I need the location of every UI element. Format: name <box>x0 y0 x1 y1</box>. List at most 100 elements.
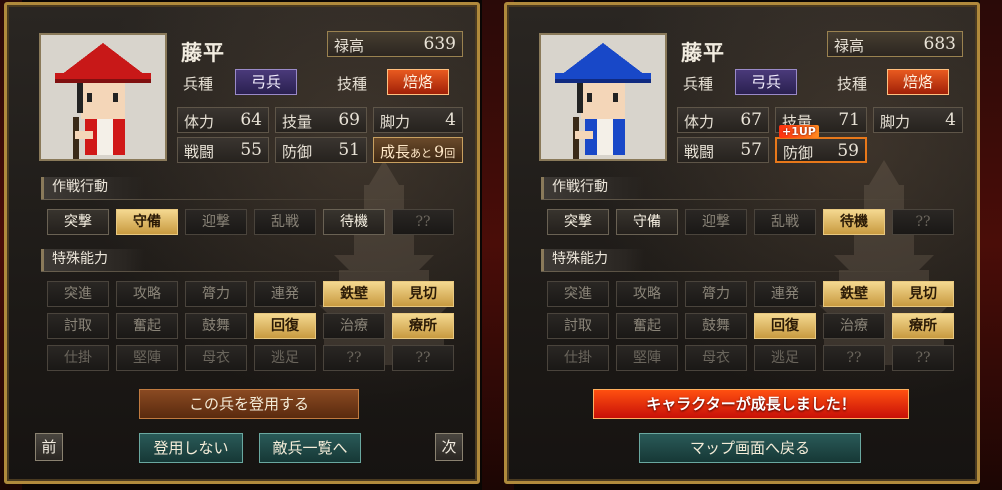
ability-17[interactable]: ?? <box>323 345 385 371</box>
ability-14[interactable]: 堅陣 <box>616 345 678 371</box>
stat-label: 脚力 <box>380 113 411 131</box>
tactic-defend[interactable]: 守備 <box>116 209 178 235</box>
skill-label: 技種 <box>837 75 868 93</box>
abilities-section-title: 特殊能力 <box>41 249 145 271</box>
ability-5[interactable]: 鉄壁 <box>823 281 885 307</box>
ability-15[interactable]: 母衣 <box>685 345 747 371</box>
ability-13[interactable]: 仕掛 <box>547 345 609 371</box>
tactic-intercept[interactable]: 迎撃 <box>685 209 747 235</box>
ability-8[interactable]: 奮起 <box>116 313 178 339</box>
stat-label: 技量 <box>282 113 313 131</box>
divider <box>41 271 421 272</box>
stat-value: 64 <box>240 110 262 130</box>
stat-hp: 体力 64 <box>177 107 269 133</box>
stat-label: 脚力 <box>880 113 911 131</box>
tactic-charge[interactable]: 突撃 <box>547 209 609 235</box>
troop-type-badge: 弓兵 <box>235 69 297 95</box>
tactics-section-title: 作戦行動 <box>41 177 145 199</box>
ability-10[interactable]: 回復 <box>754 313 816 339</box>
stat-label: 体力 <box>184 113 215 131</box>
stat-atk: 戦闘 55 <box>177 137 269 163</box>
tactic-standby[interactable]: 待機 <box>823 209 885 235</box>
ability-4[interactable]: 連発 <box>254 281 316 307</box>
ability-1[interactable]: 突進 <box>47 281 109 307</box>
stat-value: 4 <box>445 110 456 130</box>
stat-def: 防御 51 <box>275 137 367 163</box>
ability-18[interactable]: ?? <box>892 345 954 371</box>
soldier-portrait <box>539 33 667 161</box>
stat-atk: 戦闘 57 <box>677 137 769 163</box>
tactic-intercept[interactable]: 迎撃 <box>185 209 247 235</box>
tactic-unknown[interactable]: ?? <box>392 209 454 235</box>
tactic-unknown[interactable]: ?? <box>892 209 954 235</box>
ability-12[interactable]: 療所 <box>892 313 954 339</box>
stat-label: 戦闘 <box>684 143 715 161</box>
recruit-button[interactable]: この兵を登用する <box>139 389 359 419</box>
character-name: 藤平 <box>181 40 225 65</box>
ability-11[interactable]: 治療 <box>823 313 885 339</box>
growth-remaining: 成長あと 9回 <box>373 137 463 163</box>
tactic-defend[interactable]: 守備 <box>616 209 678 235</box>
salary-value: 639 <box>423 34 456 54</box>
ability-4[interactable]: 連発 <box>754 281 816 307</box>
tactic-standby[interactable]: 待機 <box>323 209 385 235</box>
stat-leg: 脚力 4 <box>873 107 963 133</box>
ability-2[interactable]: 攻略 <box>616 281 678 307</box>
enemy-list-button[interactable]: 敵兵一覧へ <box>259 433 361 463</box>
ability-16[interactable]: 逃足 <box>254 345 316 371</box>
next-button[interactable]: 次 <box>435 433 463 461</box>
stat-value: 51 <box>338 140 360 160</box>
decline-recruit-button[interactable]: 登用しない <box>139 433 243 463</box>
ability-7[interactable]: 討取 <box>547 313 609 339</box>
ability-5[interactable]: 鉄壁 <box>323 281 385 307</box>
left-panel: 藤平 禄高 639 兵種 弓兵 技種 焙烙 体力 64 技量 69 脚力 4 戦… <box>4 2 480 484</box>
divider <box>41 199 421 200</box>
ability-6[interactable]: 見切 <box>892 281 954 307</box>
stat-label: 体力 <box>684 113 715 131</box>
abilities-section-title: 特殊能力 <box>541 249 645 271</box>
growth-label: 成長 <box>380 143 411 161</box>
ability-13[interactable]: 仕掛 <box>47 345 109 371</box>
ability-11[interactable]: 治療 <box>323 313 385 339</box>
ability-15[interactable]: 母衣 <box>185 345 247 371</box>
growth-message-banner: キャラクターが成長しました！ <box>593 389 909 419</box>
ability-9[interactable]: 鼓舞 <box>185 313 247 339</box>
prev-button[interactable]: 前 <box>35 433 63 461</box>
ability-3[interactable]: 膂力 <box>685 281 747 307</box>
ability-6[interactable]: 見切 <box>392 281 454 307</box>
troop-type-badge: 弓兵 <box>735 69 797 95</box>
salary-label: 禄高 <box>834 37 865 55</box>
stat-hp: 体力 67 <box>677 107 769 133</box>
ability-17[interactable]: ?? <box>823 345 885 371</box>
tactic-charge[interactable]: 突撃 <box>47 209 109 235</box>
stat-label: 防御 <box>282 143 313 161</box>
skill-label: 技種 <box>337 75 368 93</box>
stat-label: 戦闘 <box>184 143 215 161</box>
tactics-section-title: 作戦行動 <box>541 177 645 199</box>
tactic-melee[interactable]: 乱戦 <box>254 209 316 235</box>
character-name: 藤平 <box>681 40 725 65</box>
skill-type-badge: 焙烙 <box>887 69 949 95</box>
ability-7[interactable]: 討取 <box>47 313 109 339</box>
ability-2[interactable]: 攻略 <box>116 281 178 307</box>
ability-10[interactable]: 回復 <box>254 313 316 339</box>
stat-tech: 技量 69 <box>275 107 367 133</box>
skill-type-badge: 焙烙 <box>387 69 449 95</box>
ability-9[interactable]: 鼓舞 <box>685 313 747 339</box>
return-to-map-button[interactable]: マップ画面へ戻る <box>639 433 861 463</box>
growth-text: 成長あと 9回 <box>380 141 455 162</box>
ability-18[interactable]: ?? <box>392 345 454 371</box>
troop-label: 兵種 <box>683 75 714 93</box>
divider <box>541 199 921 200</box>
ability-12[interactable]: 療所 <box>392 313 454 339</box>
stat-value: 55 <box>240 140 262 160</box>
tactic-melee[interactable]: 乱戦 <box>754 209 816 235</box>
ability-1[interactable]: 突進 <box>547 281 609 307</box>
ability-3[interactable]: 膂力 <box>185 281 247 307</box>
stat-value: 67 <box>740 110 762 130</box>
ability-14[interactable]: 堅陣 <box>116 345 178 371</box>
stat-up-badge: +1UP <box>779 125 819 138</box>
growth-unit: 回 <box>444 147 456 160</box>
ability-16[interactable]: 逃足 <box>754 345 816 371</box>
ability-8[interactable]: 奮起 <box>616 313 678 339</box>
